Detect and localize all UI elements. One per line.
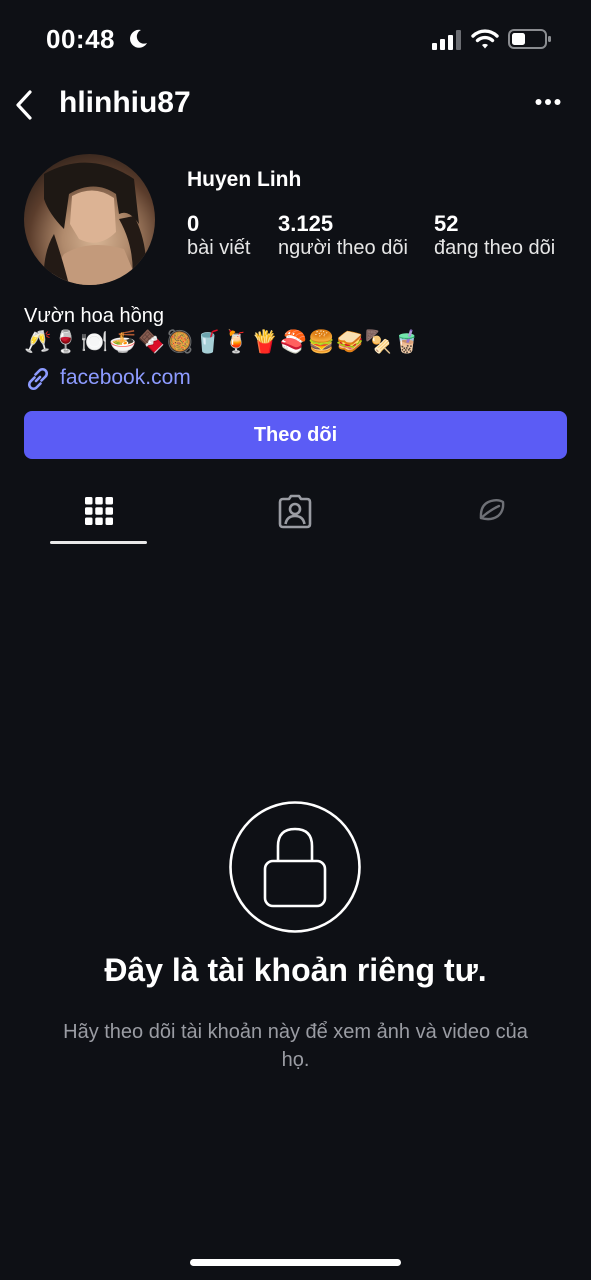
leaf-icon — [479, 499, 504, 521]
tab-posts-grid[interactable] — [50, 490, 147, 546]
follow-button[interactable]: Theo dõi — [24, 411, 567, 459]
profile-username: hlinhiu87 — [59, 86, 191, 119]
posts-label: bài viết — [187, 237, 251, 259]
profile-link[interactable]: facebook.com — [60, 366, 191, 390]
profile-bio: Vườn hoa hồng — [24, 305, 164, 327]
home-indicator[interactable] — [190, 1259, 401, 1266]
following-count[interactable]: 52 — [434, 211, 458, 237]
posts-count: 0 — [187, 211, 200, 236]
cellular-signal-icon — [432, 30, 461, 50]
profile-bio-emoji: 🥂🍷🍽️🍜🍫🥘🥤🍹🍟🍣🍔🥪🍢🧋 — [24, 329, 422, 354]
active-tab-indicator — [50, 541, 147, 544]
avatar[interactable] — [24, 154, 155, 285]
private-account-title: Đây là tài khoản riêng tư. — [104, 952, 487, 988]
chevron-left-icon[interactable] — [12, 88, 36, 122]
more-horizontal-icon[interactable] — [535, 98, 561, 106]
private-account-description: Hãy theo dõi tài khoản này để xem ảnh và… — [63, 1021, 528, 1071]
avatar-illustration — [43, 162, 147, 285]
moon-icon — [130, 29, 147, 48]
grid-icon — [84, 497, 113, 525]
lock-icon — [229, 801, 361, 933]
followers-label[interactable]: người theo dõi — [278, 237, 408, 260]
tab-tagged[interactable] — [246, 490, 343, 546]
wifi-icon — [471, 29, 499, 49]
tagged-user-icon — [278, 494, 311, 529]
status-time: 00:48 — [46, 24, 115, 54]
battery-icon — [508, 29, 551, 49]
tab-leaf[interactable] — [443, 490, 540, 546]
profile-display-name: Huyen Linh — [187, 168, 302, 191]
following-label[interactable]: đang theo dõi — [434, 237, 555, 260]
link-icon — [27, 367, 49, 391]
followers-count[interactable]: 3.125 — [278, 211, 333, 237]
